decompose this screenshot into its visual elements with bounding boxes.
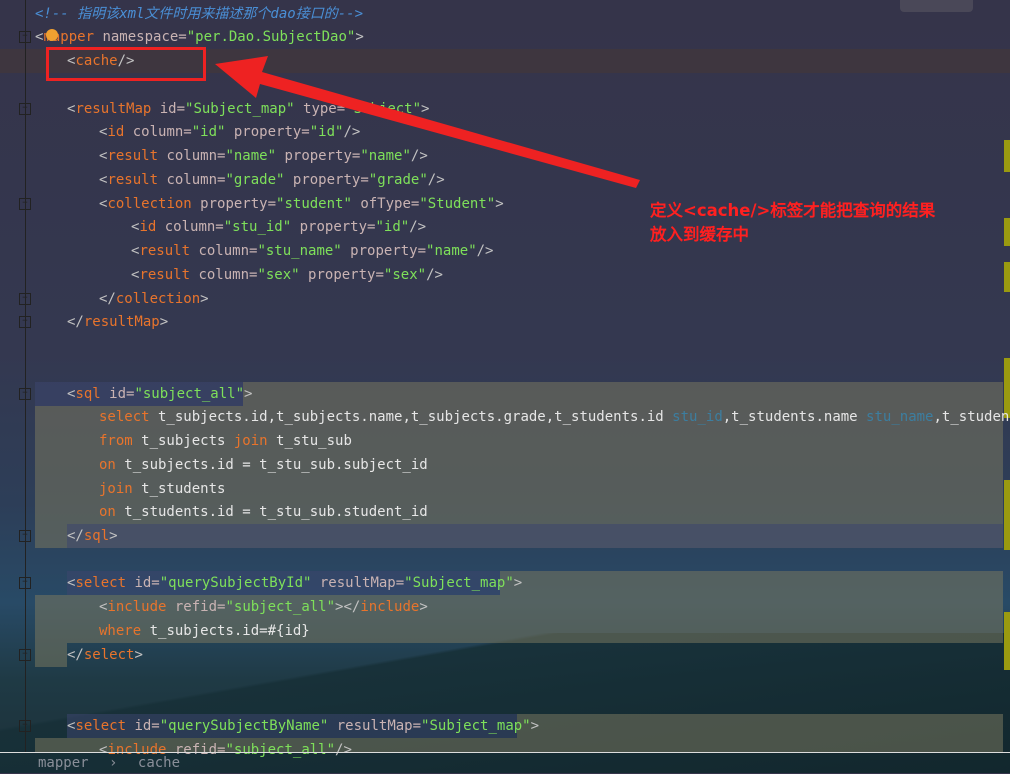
- breadcrumb-item-mapper[interactable]: mapper: [38, 755, 89, 771]
- annotation-text: 定义<cache/>标签才能把查询的结果 放入到缓存中: [650, 199, 935, 247]
- arrow-icon: [215, 56, 640, 188]
- breadcrumb-separator: ›: [109, 755, 118, 771]
- annotation-line: 放入到缓存中: [650, 225, 749, 244]
- annotation-line: 定义<cache/>标签才能把查询的结果: [650, 201, 936, 220]
- breadcrumb-item-cache[interactable]: cache: [138, 755, 180, 771]
- breadcrumb: mapper › cache: [0, 752, 1010, 774]
